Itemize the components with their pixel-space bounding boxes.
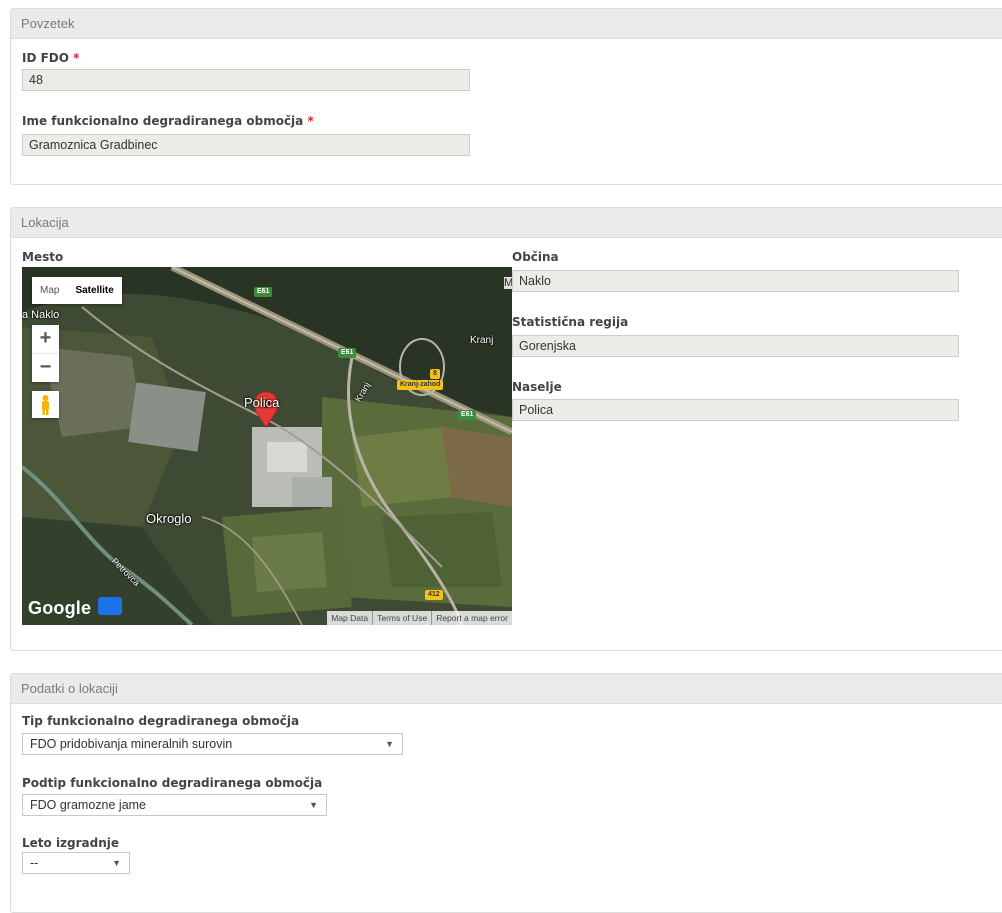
pegman-icon[interactable] bbox=[32, 391, 59, 418]
map-label-okroglo: Okroglo bbox=[146, 511, 192, 526]
map-label-polica: Polica bbox=[244, 395, 280, 410]
tip-label: Tip funkcionalno degradiranega območja bbox=[22, 714, 300, 728]
dropdown-arrow-icon: ▼ bbox=[112, 858, 121, 868]
satellite-imagery bbox=[22, 267, 512, 625]
naselje-field[interactable]: Polica bbox=[512, 399, 959, 421]
podatki-panel: Podatki o lokaciji bbox=[10, 673, 1002, 913]
map-label-naklo: a Naklo bbox=[22, 309, 60, 321]
regija-field[interactable]: Gorenjska bbox=[512, 335, 959, 357]
lokacija-panel-title: Lokacija bbox=[11, 208, 1002, 238]
location-map[interactable]: Map Satellite a Naklo + − E61 E61 E61 8 … bbox=[22, 267, 512, 625]
fdo-name-label: Ime funkcionalno degradiranega območja * bbox=[22, 114, 314, 128]
exit-8-shield: 8 bbox=[430, 369, 440, 379]
tip-select[interactable]: FDO pridobivanja mineralnih surovin ▼ bbox=[22, 733, 403, 755]
kranj-zahod-shield: Kranj-zahod bbox=[397, 380, 444, 390]
required-mark: * bbox=[307, 114, 314, 128]
map-type-satellite-button[interactable]: Satellite bbox=[67, 277, 121, 304]
povzetek-panel: Povzetek bbox=[10, 8, 1002, 185]
leto-label: Leto izgradnje bbox=[22, 836, 120, 850]
fdo-name-field[interactable]: Gramoznica Gradbinec bbox=[22, 134, 470, 156]
e61-shield: E61 bbox=[338, 348, 357, 358]
dropdown-arrow-icon: ▼ bbox=[385, 739, 394, 749]
zoom-out-button[interactable]: − bbox=[32, 354, 59, 382]
zoom-control: + − bbox=[32, 325, 59, 382]
podtip-select[interactable]: FDO gramozne jame ▼ bbox=[22, 794, 327, 816]
mesto-label: Mesto bbox=[22, 250, 64, 264]
report-map-error-link[interactable]: Report a map error bbox=[431, 611, 512, 625]
podatki-panel-title: Podatki o lokaciji bbox=[11, 674, 1002, 704]
leto-select[interactable]: -- ▼ bbox=[22, 852, 130, 874]
map-data-link[interactable]: Map Data bbox=[327, 611, 372, 625]
map-type-control: Map Satellite bbox=[32, 277, 122, 304]
required-mark: * bbox=[73, 51, 80, 65]
google-badge-icon bbox=[98, 597, 122, 615]
regija-label: Statistična regija bbox=[512, 315, 629, 329]
id-fdo-field[interactable]: 48 bbox=[22, 69, 470, 91]
podtip-select-value: FDO gramozne jame bbox=[30, 798, 147, 812]
terms-of-use-link[interactable]: Terms of Use bbox=[372, 611, 431, 625]
map-attribution: Map Data Terms of Use Report a map error bbox=[327, 611, 512, 625]
leto-select-value: -- bbox=[30, 856, 39, 870]
id-fdo-label: ID FDO * bbox=[22, 51, 80, 65]
zoom-in-button[interactable]: + bbox=[32, 325, 59, 354]
povzetek-panel-title: Povzetek bbox=[11, 9, 1002, 39]
dropdown-arrow-icon: ▼ bbox=[309, 800, 318, 810]
obcina-field[interactable]: Naklo bbox=[512, 270, 959, 292]
google-logo: Google bbox=[28, 598, 92, 618]
tip-select-value: FDO pridobivanja mineralnih surovin bbox=[30, 737, 233, 751]
e61-shield: E61 bbox=[458, 410, 477, 420]
map-label-kranj: Kranj bbox=[470, 335, 494, 346]
map-label-m: M bbox=[504, 277, 512, 289]
map-type-map-button[interactable]: Map bbox=[32, 277, 67, 304]
e61-shield: E61 bbox=[254, 287, 273, 297]
podtip-label: Podtip funkcionalno degradiranega območj… bbox=[22, 776, 323, 790]
naselje-label: Naselje bbox=[512, 380, 562, 394]
obcina-label: Občina bbox=[512, 250, 559, 264]
road-412-shield: 412 bbox=[425, 590, 443, 600]
